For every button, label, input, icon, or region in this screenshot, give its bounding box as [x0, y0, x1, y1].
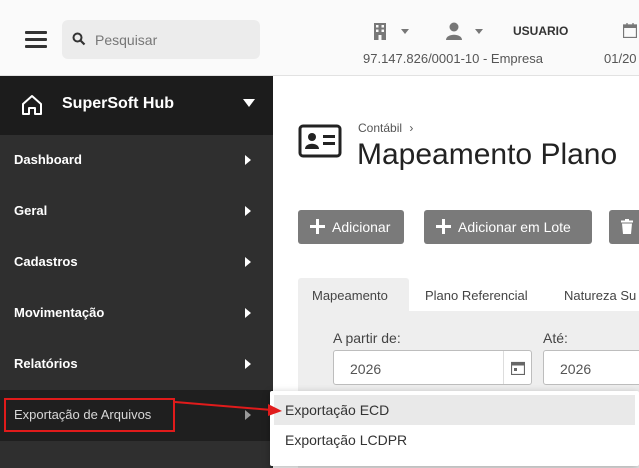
chevron-right-icon	[245, 257, 251, 267]
submenu-item-label: Exportação ECD	[285, 402, 390, 418]
tab-label: Mapeamento	[312, 288, 388, 303]
breadcrumb[interactable]: Contábil ›	[358, 121, 413, 135]
calendar-icon[interactable]	[623, 23, 637, 38]
home-icon	[22, 95, 42, 115]
delete-button[interactable]	[609, 210, 639, 244]
user-name[interactable]: USUARIO	[513, 24, 568, 38]
sidebar-header	[0, 0, 273, 76]
to-label: Até:	[543, 330, 568, 346]
sidebar-item-label: Relatórios	[14, 356, 78, 371]
chevron-right-icon	[245, 155, 251, 165]
tab-label: Natureza Su	[564, 288, 637, 303]
page-title: Mapeamento Plano	[357, 138, 618, 171]
search-box[interactable]	[62, 20, 260, 59]
search-input[interactable]	[95, 20, 255, 59]
tab-plano-referencial[interactable]: Plano Referencial	[413, 278, 543, 311]
sidebar-item-label: Exportação de Arquivos	[14, 407, 152, 422]
hub-header[interactable]: SuperSoft Hub	[0, 76, 273, 135]
plus-icon	[310, 219, 325, 234]
company-info: 97.147.826/0001-10 - Empresa	[363, 51, 543, 66]
from-date-value: 2026	[350, 361, 382, 377]
hub-title: SuperSoft Hub	[62, 95, 174, 112]
breadcrumb-separator: ›	[409, 121, 414, 135]
add-batch-button-label: Adicionar em Lote	[458, 219, 571, 235]
chevron-down-icon[interactable]	[243, 99, 255, 107]
submenu-item-exportacao-ecd[interactable]: Exportação ECD	[274, 395, 635, 425]
from-date-field[interactable]: 2026	[333, 350, 532, 385]
calendar-icon	[511, 361, 525, 375]
chevron-right-icon	[245, 308, 251, 318]
export-submenu: Exportação ECD Exportação LCDPR	[270, 391, 639, 466]
tab-mapeamento[interactable]: Mapeamento	[298, 278, 409, 311]
sidebar-item-movimentacao[interactable]: Movimentação	[0, 288, 273, 339]
trash-icon	[621, 219, 633, 234]
tab-label: Plano Referencial	[425, 288, 528, 303]
sidebar-item-relatorios[interactable]: Relatórios	[0, 339, 273, 390]
sidebar-item-label: Cadastros	[14, 254, 78, 269]
sidebar-item-dashboard[interactable]: Dashboard	[0, 135, 273, 186]
chevron-right-icon	[245, 206, 251, 216]
sidebar-item-geral[interactable]: Geral	[0, 186, 273, 237]
current-date: 01/20	[604, 51, 637, 66]
from-label: A partir de:	[333, 330, 401, 346]
sidebar-item-cadastros[interactable]: Cadastros	[0, 237, 273, 288]
calendar-button[interactable]	[503, 351, 531, 384]
sidebar-item-exportacao[interactable]: Exportação de Arquivos	[0, 390, 273, 441]
to-date-field[interactable]: 2026	[543, 350, 639, 385]
id-card-icon	[298, 124, 342, 158]
add-button[interactable]: Adicionar	[298, 210, 404, 244]
chevron-right-icon	[245, 359, 251, 369]
sidebar-item-label: Movimentação	[14, 305, 105, 320]
breadcrumb-item[interactable]: Contábil	[358, 121, 402, 135]
chevron-down-icon[interactable]	[401, 29, 409, 34]
add-button-label: Adicionar	[332, 219, 391, 235]
submenu-item-exportacao-lcdpr[interactable]: Exportação LCDPR	[274, 425, 635, 455]
user-icon[interactable]	[446, 22, 462, 40]
add-batch-button[interactable]: Adicionar em Lote	[424, 210, 592, 244]
chevron-right-icon	[245, 410, 251, 420]
chevron-down-icon[interactable]	[475, 29, 483, 34]
topbar: USUARIO 97.147.826/0001-10 - Empresa 01/…	[273, 0, 639, 76]
submenu-item-label: Exportação LCDPR	[285, 432, 408, 448]
sidebar: SuperSoft Hub Dashboard Geral Cadastros …	[0, 0, 273, 468]
sidebar-item-label: Geral	[14, 203, 48, 218]
hamburger-menu-icon[interactable]	[25, 31, 47, 49]
plus-icon	[436, 219, 451, 234]
building-icon[interactable]	[373, 22, 387, 40]
tab-natureza[interactable]: Natureza Su	[553, 278, 639, 311]
sidebar-item-label: Dashboard	[14, 152, 82, 167]
search-icon	[72, 32, 86, 46]
to-date-value: 2026	[560, 361, 592, 377]
